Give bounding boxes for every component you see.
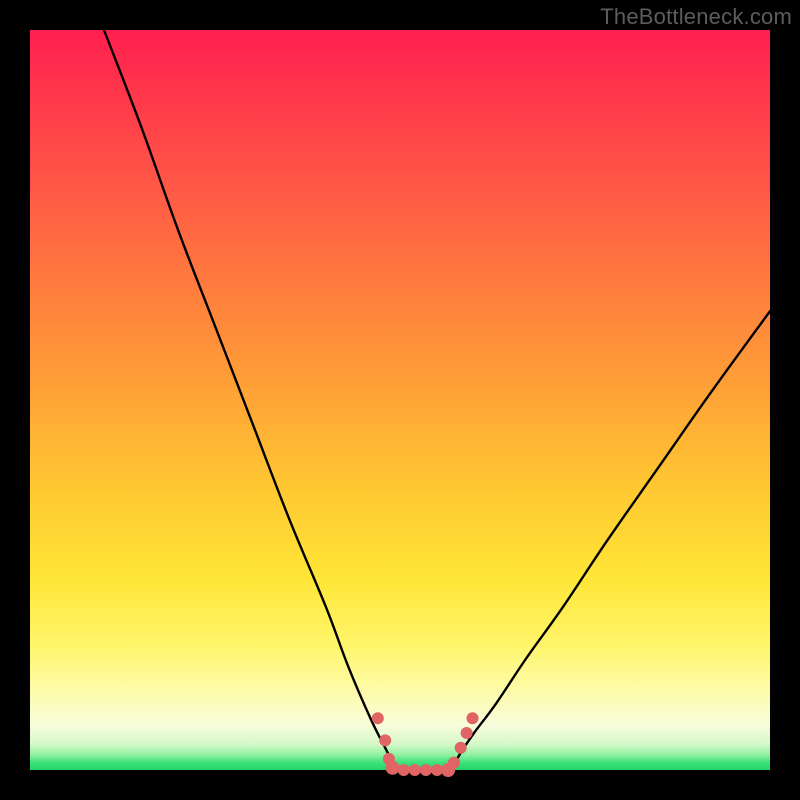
marker-dot (379, 734, 391, 746)
chart-svg (30, 30, 770, 770)
chart-frame: TheBottleneck.com (0, 0, 800, 800)
marker-dot (467, 712, 479, 724)
marker-dot (372, 712, 384, 724)
marker-dot (409, 764, 421, 776)
marker-dot (448, 757, 460, 769)
watermark-text: TheBottleneck.com (600, 4, 792, 30)
marker-layer (372, 712, 479, 777)
curve-layer (104, 30, 770, 770)
marker-dot (386, 761, 400, 775)
marker-dot (455, 742, 467, 754)
series-right-branch (452, 311, 770, 770)
marker-dot (420, 764, 432, 776)
plot-area (30, 30, 770, 770)
series-left-branch (104, 30, 393, 763)
marker-dot (461, 727, 473, 739)
marker-dot (398, 764, 410, 776)
